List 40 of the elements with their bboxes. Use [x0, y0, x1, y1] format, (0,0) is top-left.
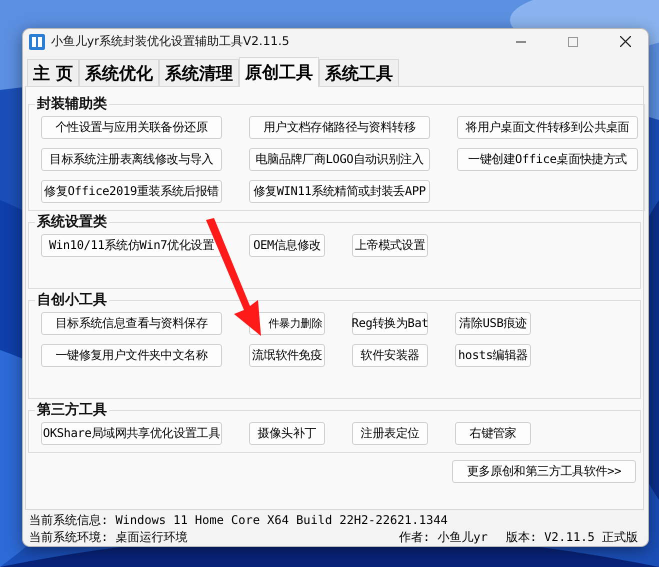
group-title: 自创小工具	[36, 291, 108, 309]
tool-button[interactable]: 注册表定位	[352, 422, 428, 445]
tool-button[interactable]: 清除USB痕迹	[455, 312, 531, 335]
tool-button[interactable]: 修复Office2019重装系统后报错	[41, 180, 222, 203]
tab[interactable]: 主 页	[27, 59, 79, 86]
group-title: 封装辅助类	[36, 95, 108, 113]
tool-button[interactable]: 摄像头补丁	[249, 422, 325, 445]
tool-button[interactable]: 目标系统注册表离线修改与导入	[41, 148, 222, 171]
tool-button[interactable]: hosts编辑器	[455, 344, 531, 367]
tool-button[interactable]: 右键管家	[455, 422, 531, 445]
tool-button[interactable]: 将用户桌面文件转移到公共桌面	[457, 116, 638, 139]
tool-button[interactable]: 个性设置与应用关联备份还原	[41, 116, 222, 139]
tool-button[interactable]: OEM信息修改	[249, 234, 325, 257]
group-title: 系统设置类	[36, 213, 108, 231]
tab[interactable]: 系统清理	[158, 59, 239, 86]
tool-button[interactable]: 修复WIN11系统精简或封装丢APP	[249, 180, 430, 203]
app-logo-icon	[29, 34, 45, 50]
tool-button[interactable]: 上帝模式设置	[352, 234, 428, 257]
version-text: 版本: V2.11.5 正式版	[506, 529, 638, 546]
group-title: 第三方工具	[36, 401, 108, 419]
author-text: 作者: 小鱼儿yr	[398, 529, 488, 546]
tool-button[interactable]: 一键创建Office桌面快捷方式	[457, 148, 638, 171]
close-icon[interactable]	[620, 36, 630, 47]
tab[interactable]: 系统优化	[78, 59, 159, 86]
tool-button[interactable]: 软件安装器	[352, 344, 428, 367]
tool-button[interactable]: 用户文档存储路径与资料转移	[249, 116, 430, 139]
more-tools-button[interactable]: 更多原创和第三方工具软件>>	[452, 460, 636, 483]
tab[interactable]: 原创工具	[238, 57, 319, 87]
tool-button[interactable]: 流氓软件免疫	[249, 344, 325, 367]
maximize-icon[interactable]	[568, 36, 578, 46]
tool-button[interactable]: Reg转换为Bat	[352, 312, 428, 335]
system-info-text: 当前系统信息: Windows 11 Home Core X64 Build 22H2-22621.1344	[29, 512, 449, 529]
tool-button[interactable]: Win10/11系统仿Win7优化设置	[41, 234, 222, 257]
tool-button[interactable]: 目标系统信息查看与资料保存	[41, 312, 222, 335]
window-title: 小鱼儿yr系统封装优化设置辅助工具V2.11.5	[51, 33, 290, 50]
tool-button[interactable]: OKShare局域网共享优化设置工具	[41, 422, 222, 445]
tool-button[interactable]: 一键修复用户文件夹中文名称	[41, 344, 222, 367]
tool-button[interactable]: 电脑品牌厂商LOGO自动识别注入	[249, 148, 430, 171]
tab[interactable]: 系统工具	[318, 59, 399, 86]
environment-text: 当前系统环境: 桌面运行环境	[29, 529, 188, 546]
